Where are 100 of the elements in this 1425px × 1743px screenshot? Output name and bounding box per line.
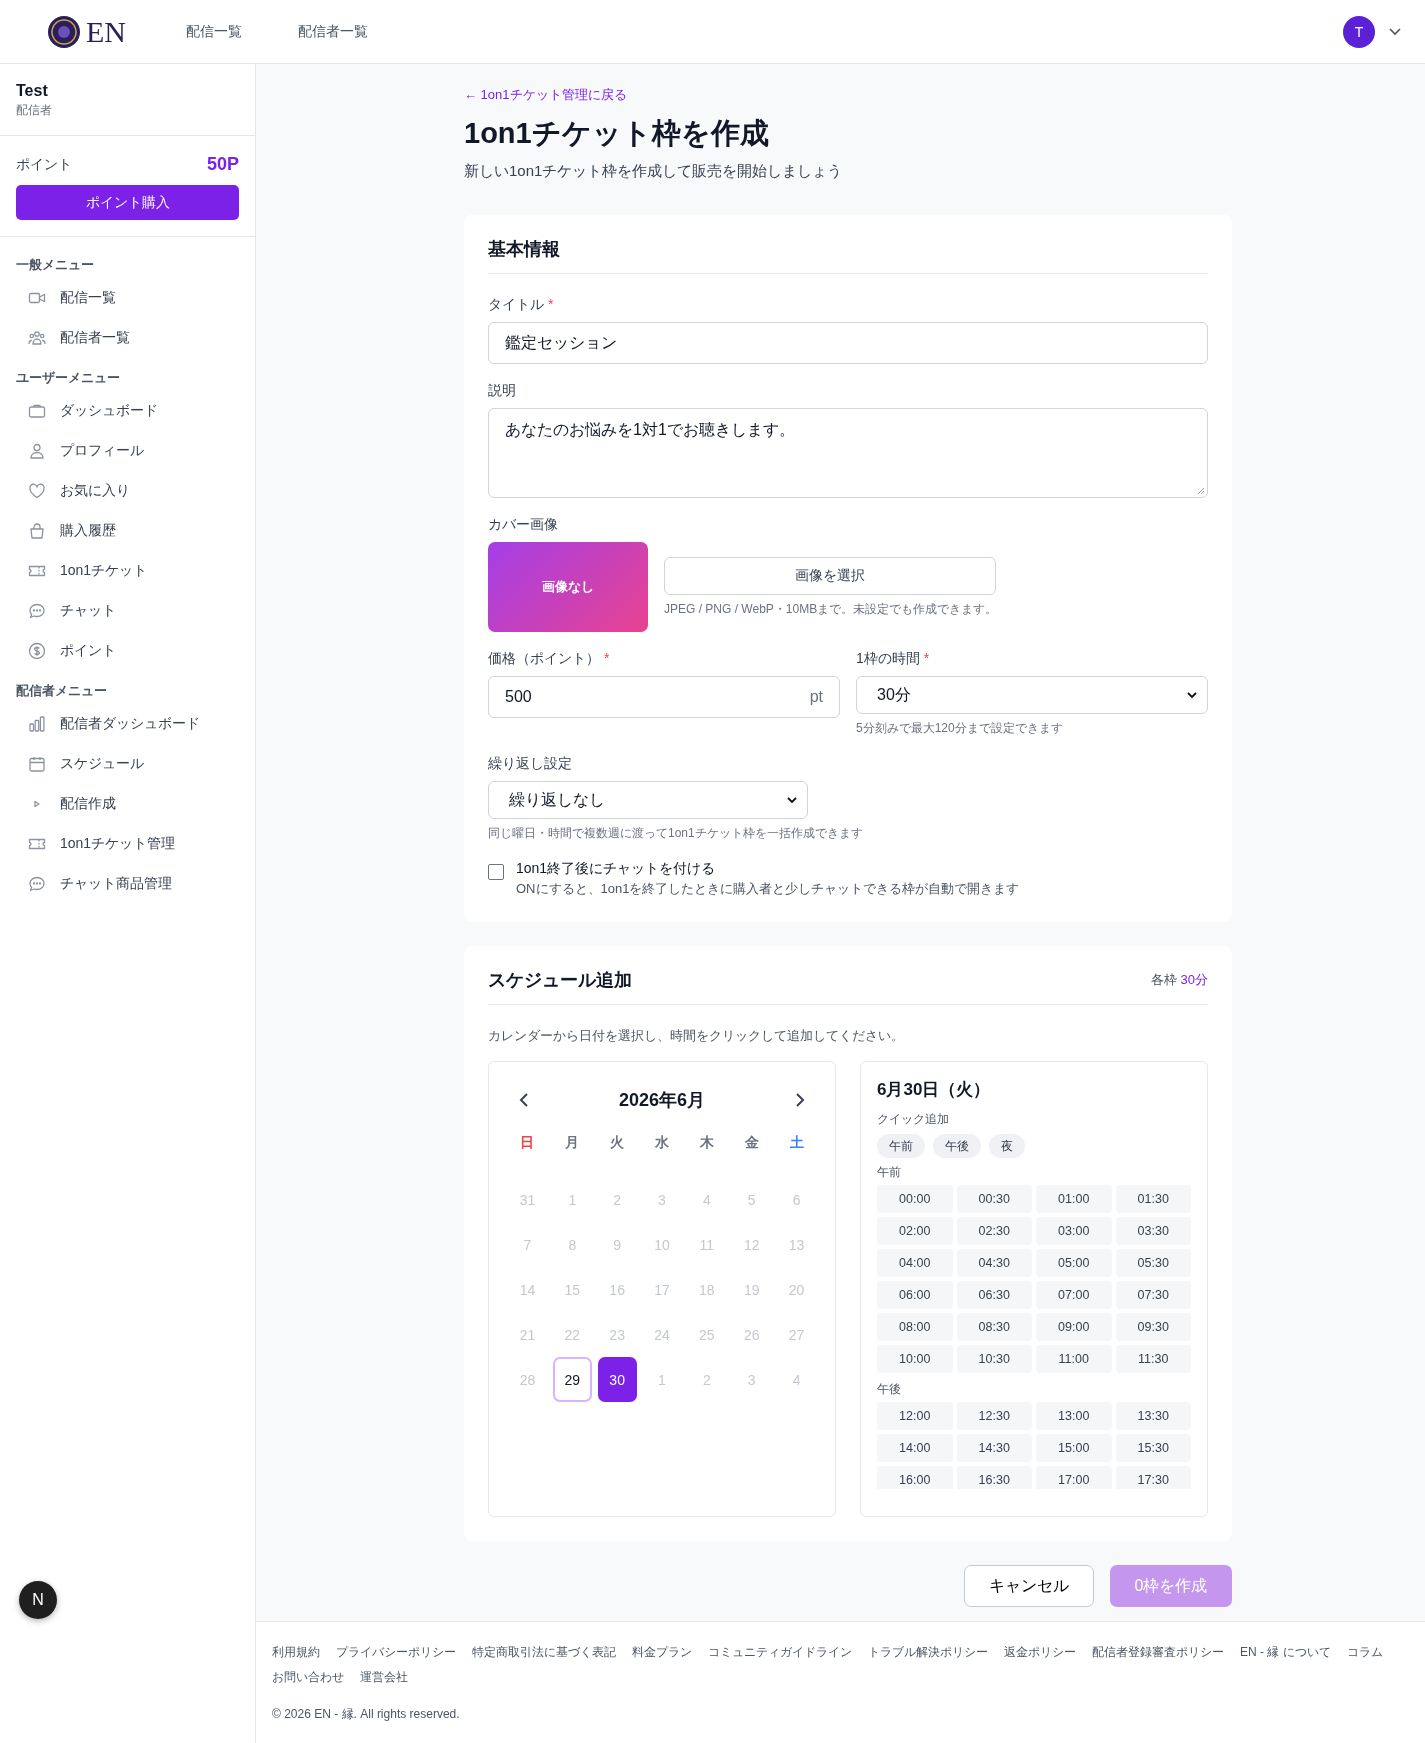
time-slot-button[interactable]: 17:00 — [1036, 1466, 1112, 1489]
checkbox-description: ONにすると、1on1を終了したときに購入者と少しチャットできる枠が自動で開きます — [516, 880, 1020, 898]
points-label: ポイント — [16, 155, 72, 174]
price-input[interactable]: 500 pt — [488, 676, 840, 718]
time-slot-button[interactable]: 02:00 — [877, 1217, 953, 1245]
time-slot-button[interactable]: 12:00 — [877, 1402, 953, 1430]
chat-bubble-icon — [28, 602, 46, 620]
quick-add-chip[interactable]: 午前 — [877, 1134, 925, 1158]
time-slot-button[interactable]: 08:30 — [956, 1313, 1032, 1341]
time-slot-button[interactable]: 00:30 — [956, 1185, 1032, 1213]
sidebar-item[interactable]: 1on1チケット — [16, 551, 239, 591]
checkbox[interactable] — [488, 864, 504, 880]
time-slot-button[interactable]: 00:00 — [877, 1185, 953, 1213]
sidebar-item[interactable]: ポイント — [16, 631, 239, 671]
sidebar-item[interactable]: 配信作成 — [16, 784, 239, 824]
sidebar-item[interactable]: 購入履歴 — [16, 511, 239, 551]
time-slot-button[interactable]: 08:00 — [877, 1313, 953, 1341]
logo-emblem-icon[interactable] — [47, 14, 81, 49]
chevron-right-icon[interactable] — [795, 1092, 805, 1108]
time-slot-button[interactable]: 05:00 — [1036, 1249, 1112, 1277]
buy-points-button[interactable]: ポイント購入 — [16, 185, 239, 220]
time-slot-button[interactable]: 01:30 — [1115, 1185, 1191, 1213]
time-slot-button[interactable]: 02:30 — [956, 1217, 1032, 1245]
time-slot-button[interactable]: 04:30 — [956, 1249, 1032, 1277]
time-slot-button[interactable]: 01:00 — [1036, 1185, 1112, 1213]
duration-select[interactable]: 30分 — [856, 676, 1208, 714]
time-slot-button[interactable]: 15:30 — [1115, 1434, 1191, 1462]
footer-link[interactable]: EN - 縁 について — [1240, 1644, 1331, 1661]
footer-link[interactable]: お問い合わせ — [272, 1669, 344, 1686]
sidebar-item[interactable]: お気に入り — [16, 471, 239, 511]
sidebar-item[interactable]: ダッシュボード — [16, 391, 239, 431]
footer-link[interactable]: 運営会社 — [360, 1669, 408, 1686]
footer-link[interactable]: コミュニティガイドライン — [708, 1644, 852, 1661]
weekday-label: 土 — [789, 1134, 804, 1150]
time-slot-button[interactable]: 12:30 — [956, 1402, 1032, 1430]
sidebar-item[interactable]: スケジュール — [16, 744, 239, 784]
footer-link[interactable]: プライバシーポリシー — [336, 1644, 456, 1661]
field-label: カバー画像 — [488, 516, 558, 534]
duration-hint: 5分刻みで最大120分まで設定できます — [856, 720, 1064, 737]
chevron-down-icon[interactable] — [1389, 27, 1401, 36]
repeat-hint: 同じ曜日・時間で複数週に渡って1on1チケット枠を一括作成できます — [488, 825, 864, 842]
sidebar-item[interactable]: 配信一覧 — [16, 278, 239, 318]
calendar-day[interactable]: 30 — [597, 1357, 637, 1402]
footer-link[interactable]: コラム — [1346, 1644, 1383, 1661]
time-slot-button[interactable]: 17:30 — [1115, 1466, 1191, 1489]
time-slot-button[interactable]: 10:00 — [877, 1345, 953, 1373]
weekday-label: 日 — [520, 1134, 535, 1150]
cancel-button[interactable]: キャンセル — [964, 1565, 1094, 1607]
footer-link[interactable]: 料金プラン — [632, 1644, 692, 1661]
time-slot-button[interactable]: 06:00 — [877, 1281, 953, 1309]
section-heading: 基本情報 — [488, 237, 1208, 274]
time-slot-button[interactable]: 13:30 — [1115, 1402, 1191, 1430]
time-slot-button[interactable]: 11:30 — [1115, 1345, 1191, 1373]
time-slot-button[interactable]: 04:00 — [877, 1249, 953, 1277]
quick-add-chip[interactable]: 夜 — [989, 1134, 1025, 1158]
footer-link[interactable]: 返金ポリシー — [1004, 1644, 1076, 1661]
quick-add-label: クイック追加 — [877, 1111, 950, 1128]
dollar-coin-icon — [28, 642, 46, 660]
chevron-left-icon[interactable] — [519, 1092, 529, 1108]
repeat-select[interactable]: 繰り返しなし — [488, 781, 808, 819]
time-slot-button[interactable]: 03:30 — [1115, 1217, 1191, 1245]
time-slot-button[interactable]: 13:00 — [1036, 1402, 1112, 1430]
time-slot-button[interactable]: 11:00 — [1036, 1345, 1112, 1373]
calendar-day[interactable]: 29 — [552, 1357, 592, 1402]
time-slot-button[interactable]: 14:30 — [956, 1434, 1032, 1462]
quick-add-chip[interactable]: 午後 — [933, 1134, 981, 1158]
logo-text[interactable]: EN — [86, 14, 126, 49]
footer-link[interactable]: 利用規約 — [272, 1644, 320, 1661]
sidebar-item[interactable]: チャット商品管理 — [16, 864, 239, 904]
time-slot-button[interactable]: 16:00 — [877, 1466, 953, 1489]
time-slot-button[interactable]: 16:30 — [956, 1466, 1032, 1489]
footer-link[interactable]: 配信者登録審査ポリシー — [1092, 1644, 1224, 1661]
sidebar-item[interactable]: 配信者一覧 — [16, 318, 239, 358]
sidebar-item[interactable]: 1on1チケット管理 — [16, 824, 239, 864]
time-group-label: 午後 — [877, 1381, 902, 1398]
avatar[interactable]: T — [1343, 15, 1375, 48]
time-slot-button[interactable]: 09:30 — [1115, 1313, 1191, 1341]
people-icon — [28, 329, 46, 347]
back-link[interactable]: ← 1on1チケット管理に戻る — [464, 86, 627, 104]
footer-link[interactable]: トラブル解決ポリシー — [868, 1644, 988, 1661]
sidebar-item[interactable]: プロフィール — [16, 431, 239, 471]
nav-link[interactable]: 配信者一覧 — [298, 22, 368, 41]
time-slot-button[interactable]: 10:30 — [956, 1345, 1032, 1373]
resize-handle-icon[interactable] — [1197, 487, 1205, 495]
sidebar-item[interactable]: 配信者ダッシュボード — [16, 704, 239, 744]
time-slot-button[interactable]: 15:00 — [1036, 1434, 1112, 1462]
time-slot-button[interactable]: 06:30 — [956, 1281, 1032, 1309]
time-slot-button[interactable]: 14:00 — [877, 1434, 953, 1462]
nav-link[interactable]: 配信一覧 — [186, 22, 242, 41]
time-slot-button[interactable]: 07:00 — [1036, 1281, 1112, 1309]
footer-link[interactable]: 特定商取引法に基づく表記 — [472, 1644, 616, 1661]
title-input[interactable]: 鑑定セッション — [488, 322, 1208, 364]
time-slot-button[interactable]: 03:00 — [1036, 1217, 1112, 1245]
time-slot-button[interactable]: 09:00 — [1036, 1313, 1112, 1341]
sidebar-item[interactable]: チャット — [16, 591, 239, 631]
select-image-button[interactable]: 画像を選択 — [664, 556, 996, 595]
description-textarea[interactable]: あなたのお悩みを1対1でお聴きします。 — [488, 408, 1208, 498]
time-slot-button[interactable]: 07:30 — [1115, 1281, 1191, 1309]
time-slot-button[interactable]: 05:30 — [1115, 1249, 1191, 1277]
cover-image-field[interactable]: 画像なし — [488, 542, 648, 632]
